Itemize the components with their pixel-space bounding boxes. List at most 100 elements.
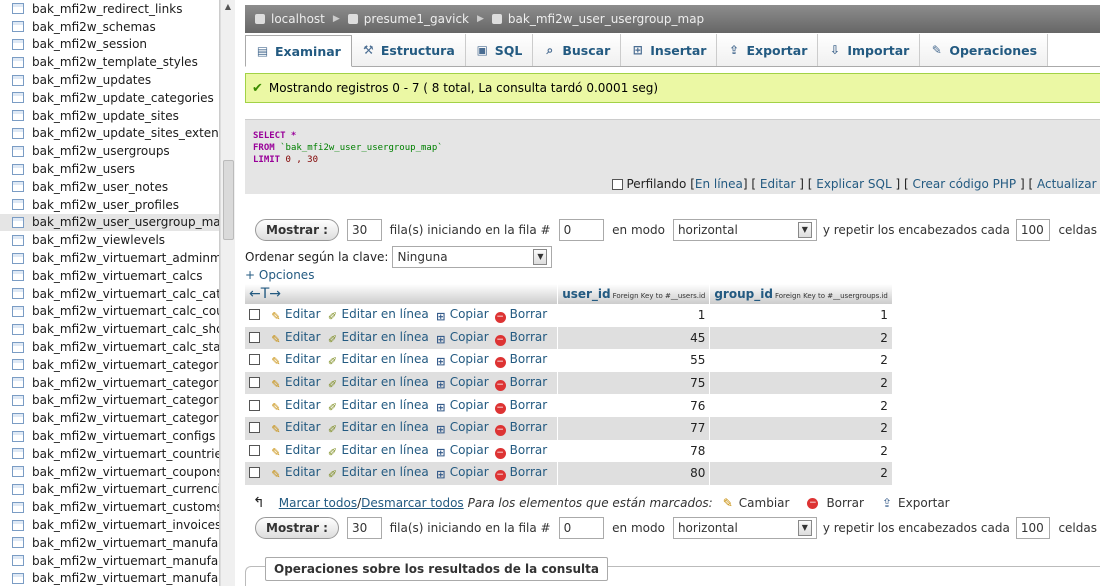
- inline-edit-link[interactable]: ✐ Editar en línea: [327, 375, 429, 391]
- sidebar-table-item[interactable]: bak_mfi2w_users: [0, 160, 219, 178]
- table-icon[interactable]: [12, 56, 24, 68]
- sidebar-table-item[interactable]: bak_mfi2w_user_profiles: [0, 196, 219, 214]
- cell-group-id[interactable]: 2: [709, 371, 893, 395]
- table-icon[interactable]: [12, 501, 24, 513]
- sidebar-table-item[interactable]: bak_mfi2w_virtuemart_category_categories: [0, 392, 219, 410]
- table-icon[interactable]: [12, 341, 24, 353]
- sidebar-table-item[interactable]: bak_mfi2w_virtuemart_calc_categories: [0, 285, 219, 303]
- row-checkbox[interactable]: [249, 444, 260, 456]
- rows-input[interactable]: 30: [346, 219, 382, 241]
- tab-sql[interactable]: ▣ SQL: [465, 34, 534, 66]
- edit-sql-link[interactable]: Editar: [760, 177, 796, 191]
- table-icon[interactable]: [12, 127, 24, 139]
- sidebar-table-item[interactable]: bak_mfi2w_session: [0, 36, 219, 54]
- table-icon[interactable]: [12, 412, 24, 424]
- row-checkbox[interactable]: [249, 309, 260, 321]
- bulk-change-button[interactable]: ✎ Cambiar: [723, 496, 790, 510]
- row-checkbox[interactable]: [249, 331, 260, 343]
- cell-group-id[interactable]: 2: [709, 439, 893, 463]
- sidebar-table-item[interactable]: bak_mfi2w_user_usergroup_map: [0, 213, 219, 232]
- cell-group-id[interactable]: 2: [709, 349, 893, 372]
- table-icon[interactable]: [12, 377, 24, 389]
- repeat-headers-input[interactable]: 100: [1015, 219, 1051, 241]
- tab-buscar[interactable]: ⌕ Buscar: [533, 34, 622, 66]
- sidebar-table-item[interactable]: bak_mfi2w_update_categories: [0, 89, 219, 107]
- copy-link[interactable]: ⊞ Copiar: [435, 443, 489, 459]
- tab-operaciones[interactable]: ✎ Operaciones: [920, 34, 1049, 66]
- table-icon[interactable]: [12, 430, 24, 442]
- start-row-input[interactable]: 0: [558, 517, 605, 539]
- show-button[interactable]: Mostrar :: [255, 517, 339, 539]
- edit-link[interactable]: ✎ Editar: [270, 398, 320, 414]
- table-icon[interactable]: [12, 466, 24, 478]
- copy-link[interactable]: ⊞ Copiar: [435, 330, 489, 346]
- profiling-checkbox[interactable]: [612, 179, 624, 190]
- table-icon[interactable]: [12, 74, 24, 86]
- tab-exportar[interactable]: ⇪ Exportar: [717, 34, 819, 66]
- refresh-link[interactable]: Actualizar: [1037, 177, 1097, 191]
- check-all-link[interactable]: Marcar todos: [279, 496, 357, 510]
- table-icon[interactable]: [12, 252, 24, 264]
- delete-link[interactable]: − Borrar: [494, 420, 547, 437]
- cell-group-id[interactable]: 2: [709, 416, 893, 440]
- delete-link[interactable]: − Borrar: [494, 375, 547, 392]
- cell-group-id[interactable]: 2: [709, 462, 893, 485]
- copy-link[interactable]: ⊞ Copiar: [435, 465, 489, 481]
- cell-user-id[interactable]: 77: [557, 416, 711, 440]
- edit-link[interactable]: ✎ Editar: [270, 307, 320, 323]
- sidebar-scrollbar[interactable]: ▲: [220, 0, 235, 586]
- sidebar-table-item[interactable]: bak_mfi2w_updates: [0, 71, 219, 89]
- bulk-delete-button[interactable]: − Borrar: [807, 496, 864, 510]
- sidebar-table-item[interactable]: bak_mfi2w_virtuemart_calc_states: [0, 338, 219, 356]
- column-header-group-id[interactable]: group_id Foreign Key to #__usergroups.id: [709, 284, 893, 304]
- table-icon[interactable]: [12, 38, 24, 50]
- sidebar-table-item[interactable]: bak_mfi2w_redirect_links: [0, 0, 219, 18]
- row-checkbox[interactable]: [249, 422, 260, 434]
- column-header-user-id[interactable]: user_id Foreign Key to #__users.id: [557, 284, 711, 304]
- table-icon[interactable]: [12, 92, 24, 104]
- delete-link[interactable]: − Borrar: [494, 443, 547, 459]
- sidebar-table-item[interactable]: bak_mfi2w_update_sites: [0, 107, 219, 125]
- sidebar-table-item[interactable]: bak_mfi2w_virtuemart_categories_en_gb: [0, 374, 219, 392]
- cell-user-id[interactable]: 75: [557, 371, 711, 395]
- inline-edit-link[interactable]: ✐ Editar en línea: [327, 443, 429, 459]
- table-icon[interactable]: [12, 537, 24, 549]
- sidebar-table-item[interactable]: bak_mfi2w_user_notes: [0, 178, 219, 196]
- column-arrows[interactable]: ←T→: [245, 284, 559, 304]
- table-icon[interactable]: [12, 181, 24, 193]
- mode-select[interactable]: horizontal ▼: [672, 219, 817, 241]
- uncheck-all-link[interactable]: Desmarcar todos: [361, 496, 464, 510]
- sidebar-table-item[interactable]: bak_mfi2w_template_styles: [0, 53, 219, 71]
- tab-estructura[interactable]: ⚒ Estructura: [351, 34, 466, 66]
- cell-user-id[interactable]: 45: [557, 326, 711, 350]
- edit-link[interactable]: ✎ Editar: [270, 330, 320, 346]
- explain-sql-link[interactable]: Explicar SQL: [816, 177, 891, 191]
- cell-group-id[interactable]: 1: [709, 304, 893, 327]
- sidebar-table-item[interactable]: bak_mfi2w_update_sites_extensions: [0, 125, 219, 143]
- inline-edit-link[interactable]: ✐ Editar en línea: [327, 352, 429, 368]
- sidebar-table-item[interactable]: bak_mfi2w_virtuemart_category_medias: [0, 409, 219, 427]
- row-checkbox[interactable]: [249, 467, 260, 479]
- table-icon[interactable]: [12, 323, 24, 335]
- table-icon[interactable]: [12, 270, 24, 282]
- table-icon[interactable]: [12, 3, 24, 15]
- scroll-up-icon[interactable]: ▲: [223, 2, 233, 12]
- bulk-export-button[interactable]: ⇪ Exportar: [882, 496, 950, 510]
- delete-link[interactable]: − Borrar: [494, 352, 547, 369]
- table-icon[interactable]: [12, 216, 24, 228]
- cell-user-id[interactable]: 55: [557, 349, 711, 372]
- options-link[interactable]: + Opciones: [245, 268, 314, 282]
- row-checkbox[interactable]: [249, 377, 260, 389]
- inline-edit-link[interactable]: ✐ Editar en línea: [327, 465, 429, 481]
- row-checkbox[interactable]: [249, 399, 260, 411]
- table-icon[interactable]: [12, 555, 24, 567]
- order-select[interactable]: Ninguna ▼: [392, 246, 553, 268]
- rows-input[interactable]: 30: [346, 517, 382, 539]
- cell-group-id[interactable]: 2: [709, 326, 893, 350]
- mode-select[interactable]: horizontal ▼: [672, 517, 817, 539]
- sidebar-table-item[interactable]: bak_mfi2w_virtuemart_coupons: [0, 463, 219, 481]
- create-php-link[interactable]: Crear código PHP: [912, 177, 1016, 191]
- delete-link[interactable]: − Borrar: [494, 398, 547, 414]
- cell-user-id[interactable]: 80: [557, 462, 711, 485]
- table-icon[interactable]: [12, 21, 24, 33]
